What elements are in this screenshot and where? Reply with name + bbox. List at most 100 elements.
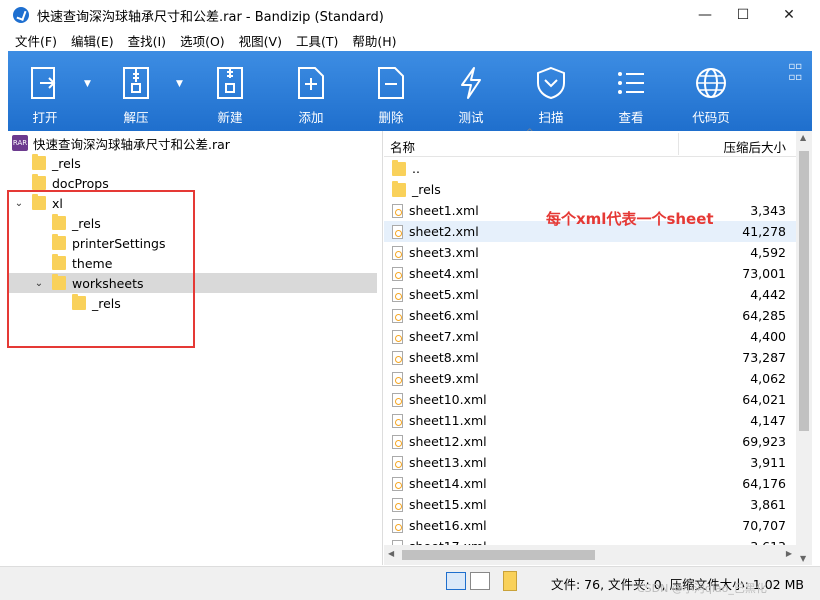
list-item-size: 73,287 — [742, 350, 786, 365]
list-item[interactable]: sheet8.xml 73,287 — [384, 347, 796, 368]
column-header-name[interactable]: 名称 — [390, 137, 415, 156]
list-item[interactable]: sheet16.xml 70,707 — [384, 515, 796, 536]
xml-file-icon — [392, 518, 403, 533]
menu-view[interactable]: 视图(V) — [232, 31, 289, 50]
list-item-name: sheet7.xml — [409, 329, 479, 344]
list-item-size: 3,861 — [750, 497, 786, 512]
extract-label: 解压 — [123, 110, 149, 125]
list-item-name: sheet16.xml — [409, 518, 487, 533]
scroll-thumb[interactable] — [402, 550, 595, 560]
column-divider[interactable] — [678, 133, 679, 155]
bandizip-app-icon — [13, 7, 29, 23]
folder-icon — [32, 174, 46, 190]
xml-file-icon — [392, 455, 403, 470]
details-view-icon[interactable] — [446, 572, 466, 590]
xml-file-icon — [392, 350, 403, 365]
xml-file-icon — [392, 413, 403, 428]
add-button[interactable]: 添加 — [290, 51, 332, 131]
xml-file-icon — [392, 287, 403, 302]
menu-find[interactable]: 查找(I) — [121, 31, 173, 50]
xml-file-icon — [392, 203, 403, 218]
close-button[interactable]: ✕ — [766, 0, 812, 30]
title-bar: 快速查询深沟球轴承尺寸和公差.rar - Bandizip (Standard)… — [0, 0, 820, 30]
menu-tools[interactable]: 工具(T) — [289, 31, 345, 50]
add-file-icon — [291, 63, 331, 103]
list-item-size: 4,147 — [750, 413, 786, 428]
list-item-name: sheet8.xml — [409, 350, 479, 365]
column-header-size[interactable]: 压缩后大小 — [723, 137, 786, 156]
watermark: CSDN @小河qiao_已黑化 — [637, 582, 767, 595]
list-item[interactable]: sheet12.xml 69,923 — [384, 431, 796, 452]
annotation-text: 每个xml代表一个sheet — [546, 210, 714, 228]
list-item-size: 4,592 — [750, 245, 786, 260]
thumbnail-view-icon[interactable] — [470, 572, 490, 590]
vertical-scrollbar[interactable]: ▲ ▼ — [796, 131, 812, 565]
list-item[interactable]: sheet15.xml 3,861 — [384, 494, 796, 515]
list-item-size: 4,400 — [750, 329, 786, 344]
delete-file-icon — [371, 63, 411, 103]
list-item[interactable]: sheet3.xml 4,592 — [384, 242, 796, 263]
maximize-button[interactable]: ☐ — [720, 0, 766, 30]
scroll-thumb[interactable] — [799, 151, 809, 431]
horizontal-scrollbar[interactable]: ◀ ▶ — [384, 545, 796, 565]
list-item-size: 4,062 — [750, 371, 786, 386]
tree-item-rels[interactable]: _rels — [8, 153, 377, 173]
toolbar: 打开 ▼ 解压 ▼ 新建 添加 删除 测试 扫描 查看 代码页 ▫▫ ▫▫ — [8, 51, 812, 131]
list-item-name: sheet3.xml — [409, 245, 479, 260]
view-button[interactable]: 查看 — [610, 51, 652, 131]
shield-icon — [531, 63, 571, 103]
scroll-left-icon[interactable]: ◀ — [388, 549, 394, 558]
test-button[interactable]: 测试 — [450, 51, 492, 131]
menu-help[interactable]: 帮助(H) — [345, 31, 403, 50]
list-item[interactable]: sheet13.xml 3,911 — [384, 452, 796, 473]
list-item[interactable]: sheet11.xml 4,147 — [384, 410, 796, 431]
codepage-label: 代码页 — [692, 110, 730, 125]
codepage-button[interactable]: 代码页 — [690, 51, 732, 131]
list-item-size: 69,923 — [742, 434, 786, 449]
list-item[interactable]: sheet14.xml 64,176 — [384, 473, 796, 494]
list-item[interactable]: .. — [384, 158, 796, 179]
new-label: 新建 — [217, 110, 243, 125]
list-item-name: sheet12.xml — [409, 434, 487, 449]
list-item-size: 73,001 — [742, 266, 786, 281]
extract-button[interactable]: 解压 — [115, 51, 157, 131]
list-item[interactable]: sheet9.xml 4,062 — [384, 368, 796, 389]
list-item[interactable]: sheet5.xml 4,442 — [384, 284, 796, 305]
file-list-pane: 名称 ^ 压缩后大小 .. _rels sheet1.xml 3,343 sheet2.… — [384, 128, 812, 565]
list-item-size: 64,176 — [742, 476, 786, 491]
extract-dropdown-icon[interactable]: ▼ — [176, 79, 183, 89]
xml-file-icon — [392, 434, 403, 449]
menu-options[interactable]: 选项(O) — [173, 31, 232, 50]
tree-item-label: docProps — [52, 175, 109, 191]
archive-info-icon[interactable] — [503, 571, 517, 591]
open-button[interactable]: 打开 — [24, 51, 66, 131]
layout-grid-icon[interactable]: ▫▫ ▫▫ — [788, 61, 802, 83]
rar-archive-icon: RAR — [12, 135, 28, 151]
list-item[interactable]: sheet7.xml 4,400 — [384, 326, 796, 347]
scroll-down-icon[interactable]: ▼ — [800, 554, 806, 563]
tree-archive-root[interactable]: RAR 快速查询深沟球轴承尺寸和公差.rar — [8, 133, 377, 153]
delete-button[interactable]: 删除 — [370, 51, 412, 131]
open-dropdown-icon[interactable]: ▼ — [84, 79, 91, 89]
list-item[interactable]: sheet4.xml 73,001 — [384, 263, 796, 284]
scroll-right-icon[interactable]: ▶ — [786, 549, 792, 558]
list-item[interactable]: _rels — [384, 179, 796, 200]
open-icon — [25, 63, 65, 103]
view-label: 查看 — [618, 110, 644, 125]
scroll-up-icon[interactable]: ▲ — [800, 133, 806, 142]
list-item-name: sheet11.xml — [409, 413, 487, 428]
list-view-icon — [611, 63, 651, 103]
menu-file[interactable]: 文件(F) — [8, 31, 64, 50]
list-item-size: 3,911 — [750, 455, 786, 470]
list-item-name: sheet13.xml — [409, 455, 487, 470]
folder-icon — [392, 159, 406, 176]
delete-label: 删除 — [378, 110, 404, 125]
list-item-name: sheet10.xml — [409, 392, 487, 407]
xml-file-icon — [392, 476, 403, 491]
scan-button[interactable]: 扫描 — [530, 51, 572, 131]
menu-edit[interactable]: 编辑(E) — [64, 31, 121, 50]
new-button[interactable]: 新建 — [209, 51, 251, 131]
list-item[interactable]: sheet6.xml 64,285 — [384, 305, 796, 326]
list-item[interactable]: sheet10.xml 64,021 — [384, 389, 796, 410]
list-header: 名称 ^ 压缩后大小 — [384, 128, 796, 157]
